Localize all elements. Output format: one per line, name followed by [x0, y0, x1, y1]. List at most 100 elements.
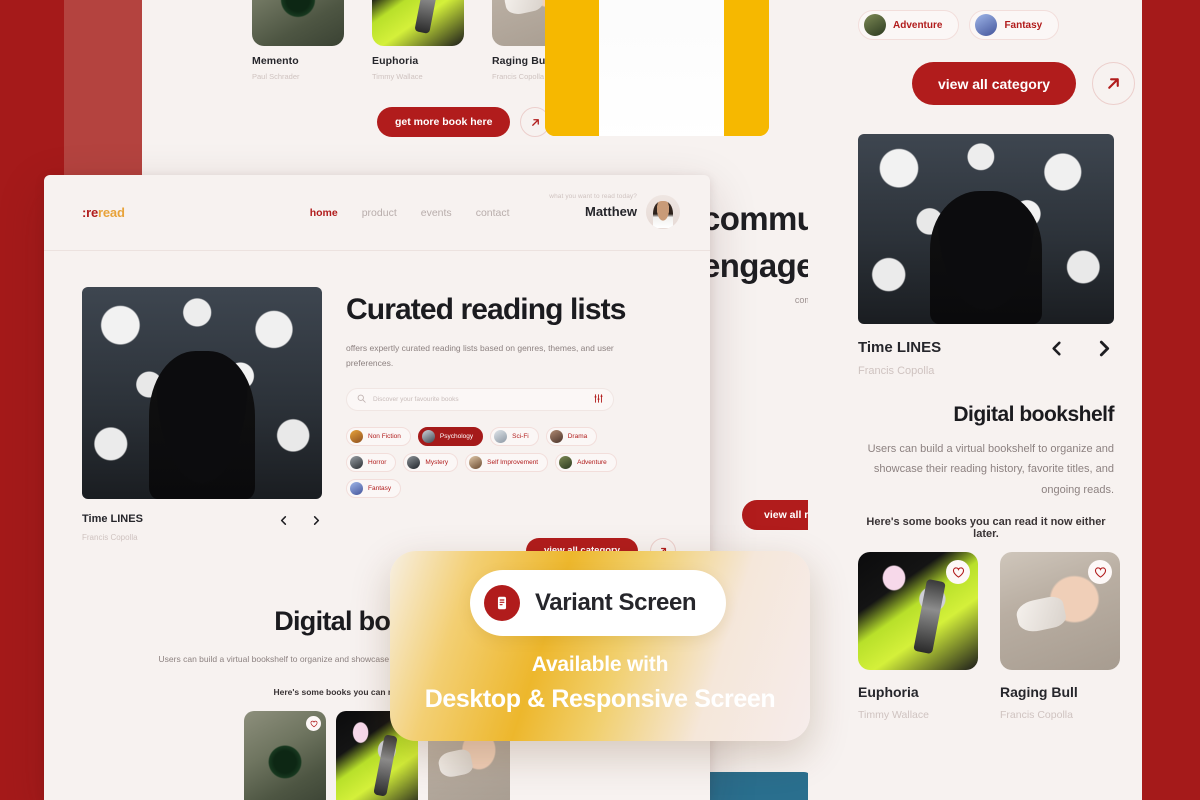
book-title: Euphoria	[372, 55, 419, 67]
background-band-mid	[64, 0, 142, 176]
book-card[interactable]: Euphoria Timmy Wallace	[858, 552, 978, 721]
search-input[interactable]	[373, 395, 587, 403]
responsive-screen-panel: Adventure Fantasy view all category Time…	[830, 0, 1142, 800]
book-cover-image	[1000, 552, 1120, 671]
hero-content: Curated reading lists offers expertly cu…	[346, 287, 677, 564]
responsive-book-list: Euphoria Timmy Wallace Raging Bull Franc…	[858, 552, 1120, 721]
background-band-right	[1142, 0, 1200, 800]
featured-book-title: Time LINES	[82, 513, 143, 525]
heart-icon[interactable]	[946, 560, 970, 585]
category-chip-sci-fi[interactable]: Sci-Fi	[490, 426, 539, 446]
nav-item-events[interactable]: events	[421, 207, 452, 219]
category-thumb-icon	[975, 14, 998, 36]
variant-screen-label: Variant Screen	[535, 589, 697, 616]
variant-screen-badge: Variant Screen	[470, 570, 727, 636]
category-chip-fantasy[interactable]: Fantasy	[346, 478, 402, 498]
book-card[interactable]: Raging Bull Francis Copolla	[1000, 552, 1120, 721]
nav-links: home product events contact	[310, 207, 510, 219]
device-screen-icon	[484, 585, 520, 621]
category-chip-non-fiction[interactable]: Non Fiction	[346, 426, 411, 446]
background-book-row: Memento Paul Schrader Euphoria Timmy Wal…	[252, 0, 584, 81]
background-hero-line2: engagement	[702, 246, 808, 284]
featured-book-meta: Time LINES Francis Copolla	[82, 513, 322, 542]
category-thumb-icon	[469, 455, 483, 469]
chevron-left-icon[interactable]	[1048, 340, 1065, 357]
category-thumb-icon	[421, 429, 435, 443]
category-chip-horror[interactable]: Horror	[346, 452, 397, 472]
page-title: Curated reading lists	[346, 293, 626, 326]
featured-book-cover[interactable]	[82, 287, 322, 499]
category-chip-adventure[interactable]: Adventure	[858, 10, 960, 40]
category-thumb-icon	[350, 455, 363, 469]
view-all-reviews-button[interactable]: view all reviews	[742, 500, 808, 530]
responsive-bookshelf-section: Digital bookshelf Users can build a virt…	[830, 403, 1142, 540]
filter-sliders-icon[interactable]	[594, 390, 603, 408]
user-name: Matthew	[585, 204, 637, 219]
chevron-right-icon[interactable]	[311, 515, 322, 526]
category-thumb-icon	[494, 429, 508, 443]
user-question: what you want to read today?	[549, 193, 637, 200]
responsive-view-all-group: view all category	[912, 62, 1142, 105]
background-book-card[interactable]: Euphoria Timmy Wallace	[372, 0, 464, 81]
category-chip-self-improvement[interactable]: Self Improvement	[465, 452, 549, 472]
carousel-controls	[278, 513, 322, 526]
featured-book-author: Francis Copolla	[82, 533, 138, 542]
category-chip-drama[interactable]: Drama	[545, 426, 598, 446]
brand-logo[interactable]: :reread	[82, 205, 125, 220]
responsive-chip-list: Adventure Fantasy	[830, 0, 1142, 40]
featured-book-panel: Time LINES Francis Copolla	[82, 287, 322, 564]
nav-item-product[interactable]: product	[362, 207, 397, 219]
search-icon	[357, 390, 366, 408]
category-thumb-icon	[864, 14, 886, 36]
background-hero-description: community reviews, and enthusiasts.	[794, 295, 808, 305]
hero-section: Time LINES Francis Copolla Curated readi…	[44, 251, 710, 564]
featured-book-author: Francis Copolla	[858, 365, 935, 377]
nav-item-home[interactable]: home	[310, 207, 338, 219]
bookshelf-book-item[interactable]	[244, 711, 326, 800]
user-area[interactable]: what you want to read today? Matthew	[549, 193, 680, 229]
background-book-card[interactable]: Memento Paul Schrader	[252, 0, 344, 81]
category-chip-mystery[interactable]: Mystery	[403, 452, 459, 472]
category-chip-psychology[interactable]: Psychology	[417, 426, 484, 446]
responsive-featured-cover[interactable]	[858, 134, 1114, 324]
category-thumb-icon	[559, 455, 573, 469]
book-cover-image	[858, 552, 978, 671]
arrow-up-right-icon[interactable]	[1092, 62, 1136, 105]
bookshelf-description: Users can build a virtual bookshelf to o…	[867, 443, 1114, 496]
category-chip-list: Non Fiction Psychology Sci-Fi Drama Horr…	[346, 426, 646, 498]
category-chip-adventure[interactable]: Adventure	[555, 452, 617, 472]
bookshelf-note: Here's some books you can read it now ei…	[866, 516, 1106, 541]
presentation-stage: Memento Paul Schrader Euphoria Timmy Wal…	[0, 0, 1200, 800]
background-get-more-group: get more book here	[377, 107, 551, 137]
book-author: Timmy Wallace	[858, 709, 929, 722]
chevron-right-icon[interactable]	[1095, 339, 1114, 358]
overlay-line-1: Available with	[531, 653, 669, 676]
search-bar[interactable]	[346, 387, 614, 411]
category-thumb-icon	[549, 429, 563, 443]
background-reviews-group: view all reviews	[742, 500, 808, 530]
book-title: Memento	[252, 55, 299, 67]
heart-icon[interactable]	[1088, 560, 1112, 585]
background-hero-heading: community engagement	[702, 196, 808, 290]
category-thumb-icon	[350, 429, 363, 443]
chevron-left-icon[interactable]	[278, 515, 289, 526]
book-cover-image	[252, 0, 344, 46]
featured-book-title: Time LINES	[858, 339, 942, 356]
overlay-line-2: Desktop & Responsive Screen	[424, 685, 776, 713]
bookshelf-title: Digital bookshelf	[953, 403, 1114, 426]
get-more-book-button[interactable]: get more book here	[377, 107, 511, 137]
responsive-featured-meta: Time LINES Francis Copolla	[858, 339, 1114, 377]
logo-prefix: :re	[82, 205, 99, 220]
book-author: Timmy Wallace	[372, 72, 423, 81]
book-cover-image	[372, 0, 464, 46]
category-chip-fantasy[interactable]: Fantasy	[969, 10, 1060, 40]
category-thumb-icon	[407, 455, 421, 469]
background-hero-photo	[545, 0, 769, 136]
category-thumb-icon	[350, 481, 363, 495]
navbar: :reread home product events contact what…	[44, 175, 710, 251]
nav-item-contact[interactable]: contact	[476, 207, 510, 219]
view-all-category-button[interactable]: view all category	[912, 62, 1077, 105]
book-author: Paul Schrader	[252, 72, 300, 81]
book-title: Euphoria	[858, 684, 919, 701]
avatar[interactable]	[646, 195, 680, 229]
